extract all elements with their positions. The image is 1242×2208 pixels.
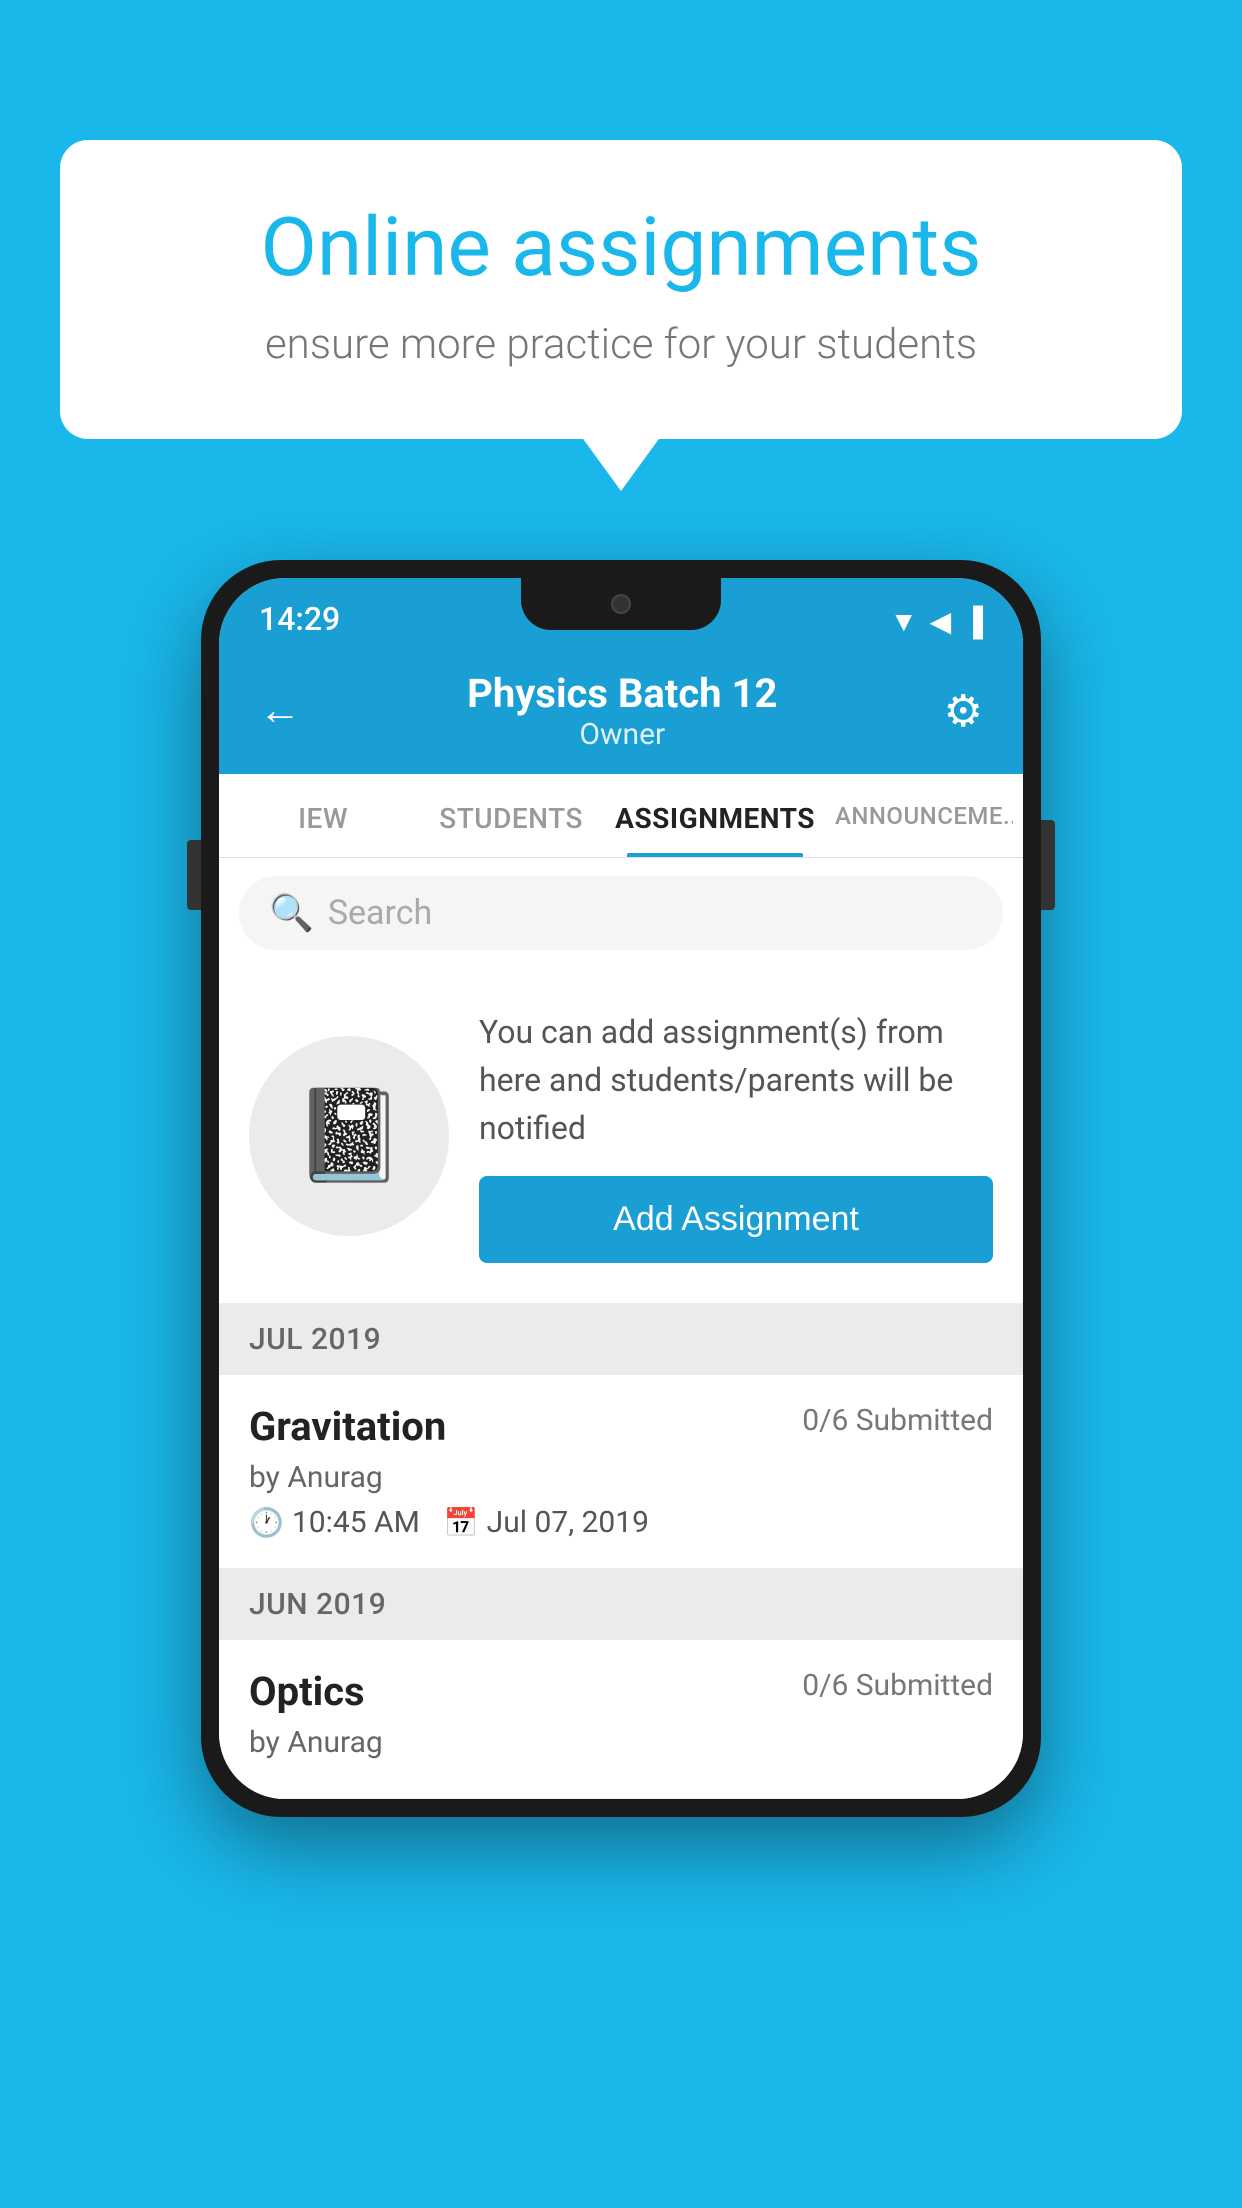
phone-mockup: 14:29 ▼ ◀ ▐ ← Physics Batch 12 Owner ⚙ bbox=[201, 560, 1041, 1817]
clock-icon: 🕐 bbox=[249, 1506, 284, 1539]
calendar-icon: 📅 bbox=[444, 1506, 479, 1539]
tab-students[interactable]: STUDENTS bbox=[417, 774, 605, 857]
add-assignment-description: You can add assignment(s) from here and … bbox=[479, 1008, 993, 1152]
signal-icon: ◀ bbox=[930, 605, 952, 638]
tab-announcements[interactable]: ANNOUNCEME... bbox=[825, 774, 1013, 857]
add-assignment-button[interactable]: Add Assignment bbox=[479, 1176, 993, 1263]
assignment-item-gravitation[interactable]: Gravitation 0/6 Submitted by Anurag 🕐 10… bbox=[219, 1375, 1023, 1569]
add-assignment-section: 📓 You can add assignment(s) from here an… bbox=[219, 968, 1023, 1304]
header-subtitle: Owner bbox=[467, 717, 777, 752]
header-title-area: Physics Batch 12 Owner bbox=[467, 670, 777, 752]
assignment-item-top: Gravitation 0/6 Submitted bbox=[249, 1403, 993, 1450]
search-icon: 🔍 bbox=[269, 892, 314, 934]
search-input-placeholder[interactable]: Search bbox=[328, 893, 432, 933]
tab-bar: IEW STUDENTS ASSIGNMENTS ANNOUNCEME... bbox=[219, 774, 1023, 858]
status-icons: ▼ ◀ ▐ bbox=[890, 605, 983, 638]
camera-dot bbox=[611, 594, 631, 614]
add-assignment-right: You can add assignment(s) from here and … bbox=[479, 1008, 993, 1263]
back-button[interactable]: ← bbox=[259, 690, 301, 732]
content-area: 🔍 Search 📓 You can add assignment(s) fro… bbox=[219, 858, 1023, 1799]
phone-outer: 14:29 ▼ ◀ ▐ ← Physics Batch 12 Owner ⚙ bbox=[201, 560, 1041, 1817]
assignment-item-top-optics: Optics 0/6 Submitted bbox=[249, 1668, 993, 1715]
section-header-jul: JUL 2019 bbox=[219, 1304, 1023, 1375]
phone-notch bbox=[521, 578, 721, 630]
search-bar-container: 🔍 Search bbox=[219, 858, 1023, 968]
battery-icon: ▐ bbox=[963, 605, 983, 638]
tab-overview[interactable]: IEW bbox=[229, 774, 417, 857]
assignment-author: by Anurag bbox=[249, 1460, 993, 1495]
phone-inner: 14:29 ▼ ◀ ▐ ← Physics Batch 12 Owner ⚙ bbox=[219, 578, 1023, 1799]
settings-icon[interactable]: ⚙ bbox=[944, 685, 983, 737]
tab-assignments[interactable]: ASSIGNMENTS bbox=[605, 774, 825, 857]
notebook-icon: 📓 bbox=[293, 1083, 405, 1188]
speech-bubble: Online assignments ensure more practice … bbox=[60, 140, 1182, 439]
assignment-submitted-optics: 0/6 Submitted bbox=[802, 1668, 993, 1703]
app-header: ← Physics Batch 12 Owner ⚙ bbox=[219, 650, 1023, 774]
assignment-submitted: 0/6 Submitted bbox=[802, 1403, 993, 1438]
assignment-icon-circle: 📓 bbox=[249, 1036, 449, 1236]
bubble-subtitle: ensure more practice for your students bbox=[130, 320, 1112, 369]
wifi-icon: ▼ bbox=[890, 605, 918, 638]
assignment-name-optics: Optics bbox=[249, 1668, 365, 1715]
bubble-title: Online assignments bbox=[130, 200, 1112, 296]
search-bar[interactable]: 🔍 Search bbox=[239, 876, 1003, 950]
section-header-jun: JUN 2019 bbox=[219, 1569, 1023, 1640]
assignment-item-optics[interactable]: Optics 0/6 Submitted by Anurag bbox=[219, 1640, 1023, 1799]
header-title: Physics Batch 12 bbox=[467, 670, 777, 717]
assignment-author-optics: by Anurag bbox=[249, 1725, 993, 1760]
status-time: 14:29 bbox=[259, 600, 340, 638]
assignment-time: 🕐 10:45 AM bbox=[249, 1505, 420, 1540]
assignment-meta: 🕐 10:45 AM 📅 Jul 07, 2019 bbox=[249, 1505, 993, 1540]
assignment-name: Gravitation bbox=[249, 1403, 446, 1450]
speech-bubble-area: Online assignments ensure more practice … bbox=[60, 140, 1182, 439]
assignment-date: 📅 Jul 07, 2019 bbox=[444, 1505, 649, 1540]
